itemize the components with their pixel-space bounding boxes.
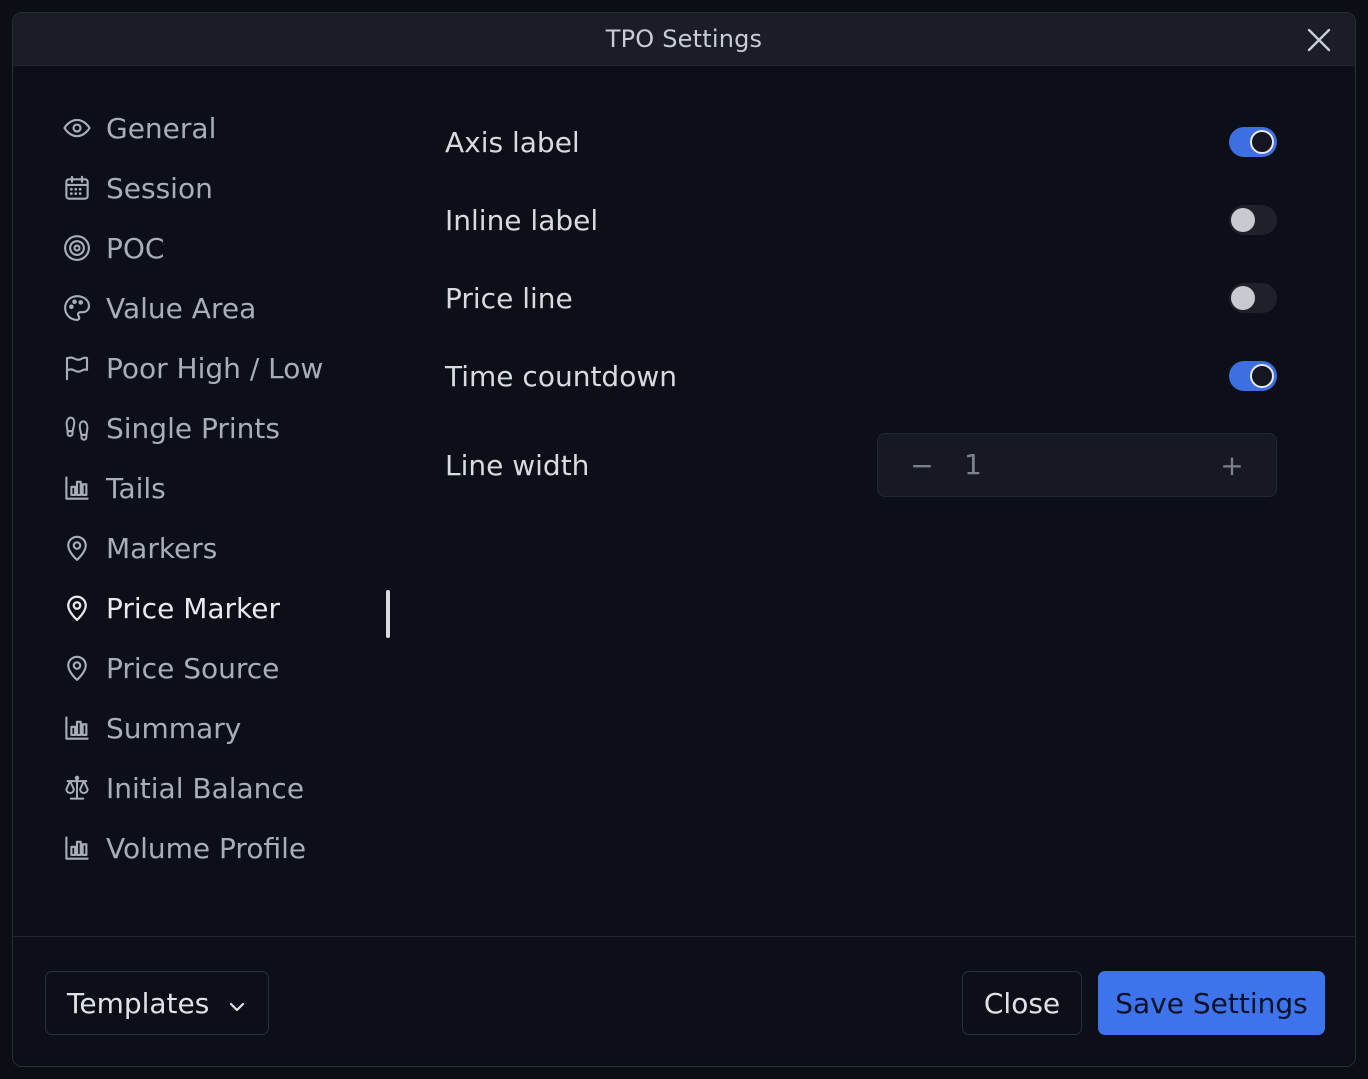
setting-label: Line width <box>445 448 590 482</box>
palette-icon <box>60 291 94 325</box>
setting-time-countdown: Time countdown <box>445 337 1277 415</box>
sidebar-item-price-source[interactable]: Price Source <box>59 638 389 698</box>
setting-inline-label: Inline label <box>445 181 1277 259</box>
bar-chart-icon <box>60 471 94 505</box>
price-line-toggle[interactable] <box>1229 283 1277 313</box>
setting-axis-label: Axis label <box>445 103 1277 181</box>
settings-panel: Axis label Inline label Price line Time … <box>445 103 1277 515</box>
sidebar-item-label: Volume Profile <box>106 831 307 865</box>
sidebar-item-label: Value Area <box>106 291 257 325</box>
sidebar-item-label: Price Marker <box>106 591 280 625</box>
setting-label: Price line <box>445 281 573 315</box>
sidebar-item-label: General <box>106 111 217 145</box>
sidebar-item-label: Initial Balance <box>106 771 305 805</box>
sidebar-item-label: Single Prints <box>106 411 280 445</box>
sidebar-item-session[interactable]: Session <box>59 158 389 218</box>
increment-button[interactable]: + <box>1217 449 1247 482</box>
sidebar-item-label: POC <box>106 231 165 265</box>
active-indicator <box>386 590 390 638</box>
scale-icon <box>60 771 94 805</box>
setting-label: Time countdown <box>445 359 677 393</box>
templates-label: Templates <box>67 986 210 1020</box>
sidebar-item-label: Summary <box>106 711 242 745</box>
dialog-footer: Templates Close Save Settings <box>13 936 1355 1066</box>
dialog-title: TPO Settings <box>605 25 763 53</box>
inline-label-toggle[interactable] <box>1229 205 1277 235</box>
toggle-knob <box>1250 130 1274 154</box>
close-icon[interactable] <box>1305 26 1333 54</box>
calendar-icon <box>60 171 94 205</box>
setting-price-line: Price line <box>445 259 1277 337</box>
dialog-titlebar: TPO Settings <box>13 13 1355 66</box>
close-button[interactable]: Close <box>962 971 1082 1035</box>
footprints-icon <box>60 411 94 445</box>
sidebar-item-price-marker[interactable]: Price Marker <box>59 578 390 638</box>
templates-dropdown[interactable]: Templates <box>45 971 269 1035</box>
sidebar-item-tails[interactable]: Tails <box>59 458 389 518</box>
bar-chart-icon <box>60 831 94 865</box>
chevron-down-icon <box>226 992 248 1014</box>
time-countdown-toggle[interactable] <box>1229 361 1277 391</box>
setting-label: Axis label <box>445 125 580 159</box>
toggle-knob <box>1250 364 1274 388</box>
sidebar-item-label: Tails <box>106 471 166 505</box>
sidebar-item-volume-profile[interactable]: Volume Profile <box>59 818 389 878</box>
setting-line-width: Line width − 1 + <box>445 415 1277 515</box>
axis-label-toggle[interactable] <box>1229 127 1277 157</box>
line-width-value[interactable]: 1 <box>964 448 982 481</box>
toggle-knob <box>1231 286 1255 310</box>
sidebar-item-poor-high-low[interactable]: Poor High / Low <box>59 338 389 398</box>
sidebar-item-value-area[interactable]: Value Area <box>59 278 389 338</box>
setting-label: Inline label <box>445 203 599 237</box>
eye-icon <box>60 111 94 145</box>
save-settings-button[interactable]: Save Settings <box>1098 971 1325 1035</box>
flag-icon <box>60 351 94 385</box>
target-icon <box>60 231 94 265</box>
sidebar-item-markers[interactable]: Markers <box>59 518 389 578</box>
bar-chart-icon <box>60 711 94 745</box>
sidebar-item-label: Price Source <box>106 651 280 685</box>
sidebar-item-label: Poor High / Low <box>106 351 324 385</box>
sidebar-item-summary[interactable]: Summary <box>59 698 389 758</box>
toggle-knob <box>1231 208 1255 232</box>
sidebar-item-poc[interactable]: POC <box>59 218 389 278</box>
map-pin-icon <box>60 651 94 685</box>
line-width-stepper[interactable]: − 1 + <box>877 433 1277 497</box>
sidebar-item-general[interactable]: General <box>59 98 389 158</box>
sidebar-item-single-prints[interactable]: Single Prints <box>59 398 389 458</box>
decrement-button[interactable]: − <box>907 449 937 482</box>
map-pin-icon <box>60 531 94 565</box>
sidebar-nav: General Session POC Value Area Poor High… <box>59 98 390 878</box>
sidebar-item-initial-balance[interactable]: Initial Balance <box>59 758 389 818</box>
sidebar-item-label: Session <box>106 171 213 205</box>
map-pin-icon <box>60 591 94 625</box>
settings-dialog: TPO Settings General Session POC Value A… <box>12 12 1356 1067</box>
sidebar-item-label: Markers <box>106 531 218 565</box>
